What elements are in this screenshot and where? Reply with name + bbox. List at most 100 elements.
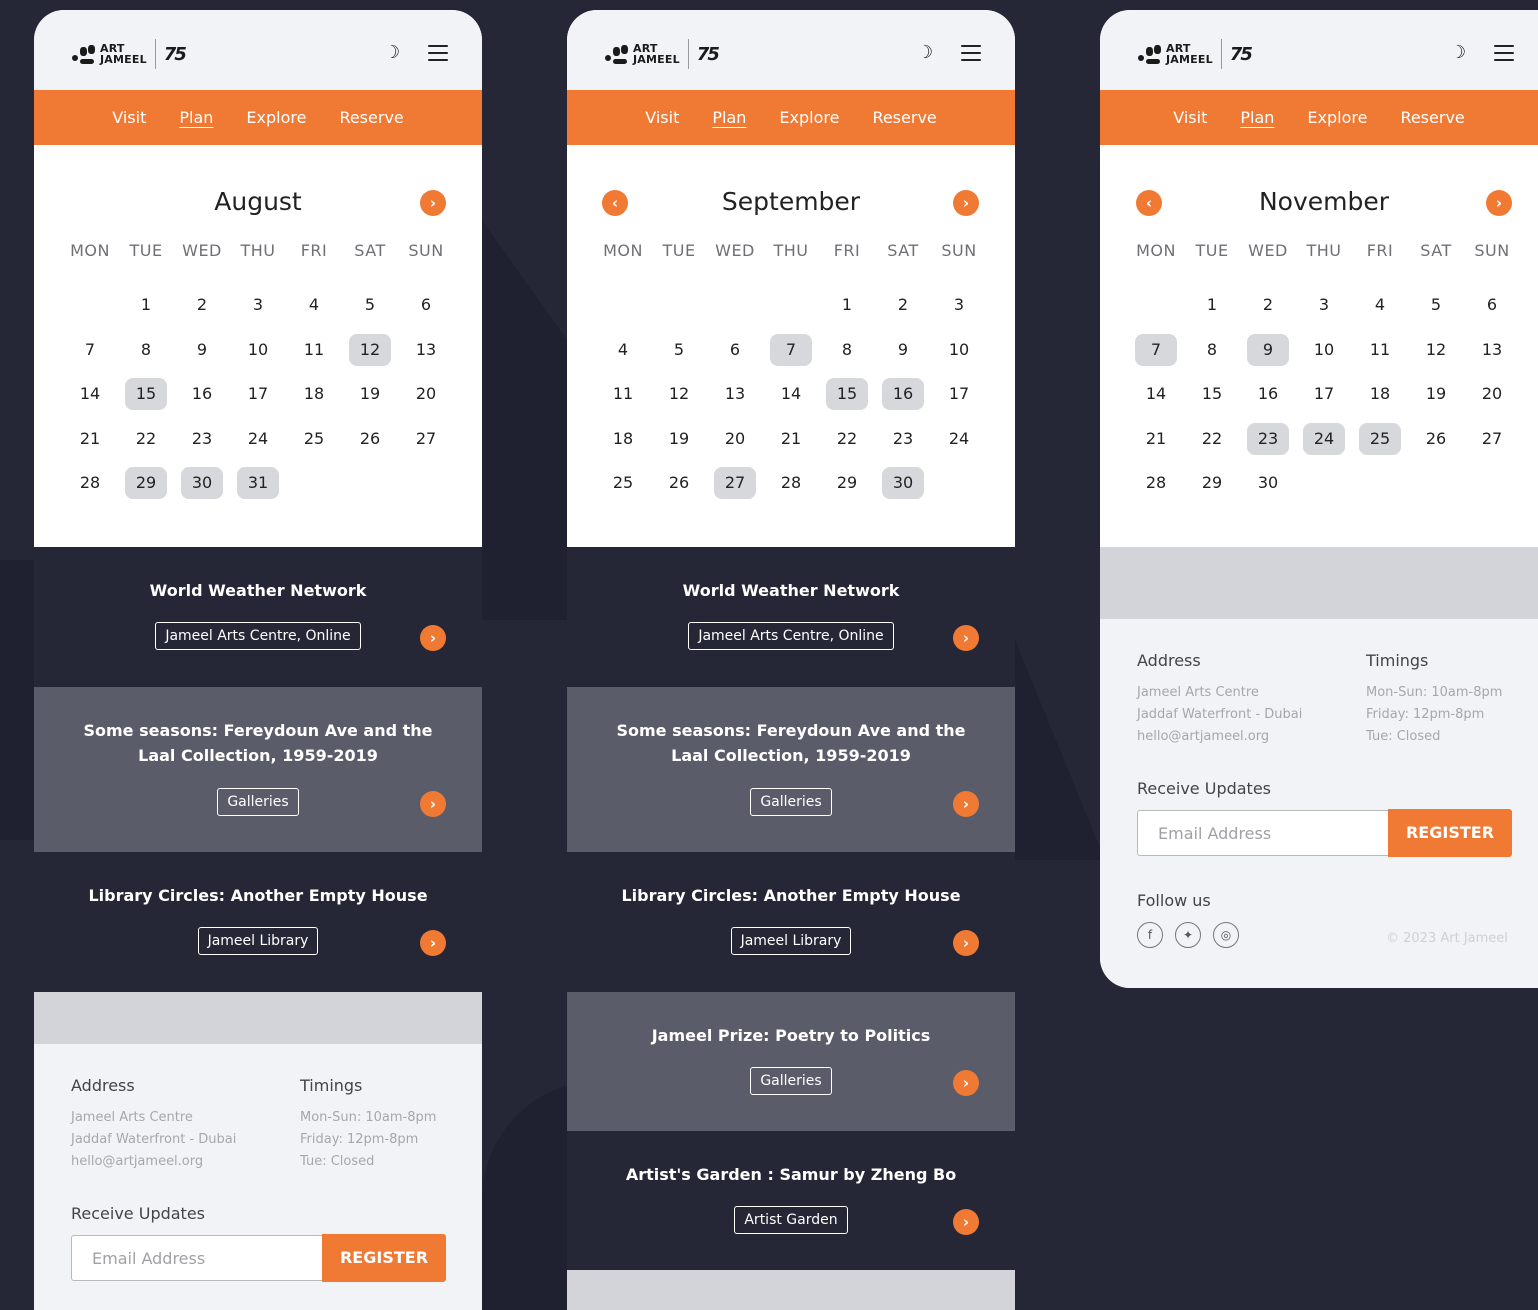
chevron-right-icon[interactable]: › <box>953 1070 979 1096</box>
event-tag[interactable]: Galleries <box>217 788 299 816</box>
calendar-day-event[interactable]: 16 <box>875 372 931 417</box>
calendar-day-event[interactable]: 23 <box>1240 417 1296 462</box>
calendar-day[interactable]: 29 <box>819 461 875 506</box>
calendar-day[interactable]: 27 <box>1464 417 1520 462</box>
calendar-day[interactable]: 14 <box>1128 372 1184 417</box>
calendar-day[interactable]: 14 <box>763 372 819 417</box>
nav-visit[interactable]: Visit <box>645 108 679 127</box>
calendar-day[interactable]: 24 <box>931 417 987 462</box>
event-card[interactable]: Some seasons: Fereydoun Ave and the Laal… <box>567 687 1015 852</box>
calendar-day[interactable]: 16 <box>174 372 230 417</box>
event-card[interactable]: World Weather Network Jameel Arts Centre… <box>567 547 1015 687</box>
calendar-day[interactable]: 3 <box>1296 283 1352 328</box>
calendar-day[interactable]: 26 <box>651 461 707 506</box>
calendar-day[interactable]: 11 <box>595 372 651 417</box>
register-button[interactable]: REGISTER <box>322 1234 446 1282</box>
event-card[interactable]: Library Circles: Another Empty House Jam… <box>34 852 482 992</box>
facebook-icon[interactable]: f <box>1137 922 1163 948</box>
calendar-day[interactable]: 18 <box>286 372 342 417</box>
nav-reserve[interactable]: Reserve <box>1400 108 1464 127</box>
instagram-icon[interactable]: ◎ <box>1213 922 1239 948</box>
calendar-day[interactable]: 6 <box>398 283 454 328</box>
calendar-day[interactable]: 30 <box>1240 461 1296 506</box>
calendar-day[interactable]: 19 <box>1408 372 1464 417</box>
event-tag[interactable]: Galleries <box>750 1067 832 1095</box>
calendar-day-event[interactable]: 30 <box>174 461 230 506</box>
calendar-day-event[interactable]: 9 <box>1240 328 1296 373</box>
calendar-day[interactable]: 3 <box>230 283 286 328</box>
chevron-right-icon[interactable]: › <box>953 1209 979 1235</box>
moon-icon[interactable]: ☽ <box>384 44 402 62</box>
calendar-day[interactable]: 25 <box>595 461 651 506</box>
chevron-right-icon[interactable]: › <box>953 625 979 651</box>
hamburger-icon[interactable] <box>1494 45 1514 61</box>
calendar-day[interactable]: 11 <box>286 328 342 373</box>
calendar-day-event[interactable]: 12 <box>342 328 398 373</box>
calendar-day[interactable]: 8 <box>819 328 875 373</box>
moon-icon[interactable]: ☽ <box>1450 44 1468 62</box>
event-card[interactable]: Some seasons: Fereydoun Ave and the Laal… <box>34 687 482 852</box>
calendar-day[interactable]: 9 <box>875 328 931 373</box>
calendar-day[interactable]: 19 <box>651 417 707 462</box>
calendar-day[interactable]: 2 <box>174 283 230 328</box>
hamburger-icon[interactable] <box>428 45 448 61</box>
calendar-day[interactable]: 20 <box>398 372 454 417</box>
calendar-day[interactable]: 6 <box>707 328 763 373</box>
calendar-day[interactable]: 1 <box>118 283 174 328</box>
calendar-day[interactable]: 1 <box>819 283 875 328</box>
calendar-day[interactable]: 29 <box>1184 461 1240 506</box>
calendar-day-event[interactable]: 30 <box>875 461 931 506</box>
calendar-day[interactable]: 17 <box>931 372 987 417</box>
calendar-day[interactable]: 28 <box>1128 461 1184 506</box>
chevron-right-icon[interactable]: › <box>953 190 979 216</box>
event-card[interactable]: Library Circles: Another Empty House Jam… <box>567 852 1015 992</box>
calendar-day[interactable]: 4 <box>286 283 342 328</box>
calendar-day[interactable]: 3 <box>931 283 987 328</box>
calendar-day[interactable]: 2 <box>1240 283 1296 328</box>
calendar-day-event[interactable]: 7 <box>763 328 819 373</box>
chevron-right-icon[interactable]: › <box>1486 190 1512 216</box>
calendar-day[interactable]: 12 <box>1408 328 1464 373</box>
calendar-day[interactable]: 28 <box>763 461 819 506</box>
chevron-right-icon[interactable]: › <box>953 791 979 817</box>
calendar-day[interactable]: 23 <box>875 417 931 462</box>
chevron-right-icon[interactable]: › <box>420 930 446 956</box>
email-link[interactable]: hello@artjameel.org <box>1137 726 1302 748</box>
calendar-day[interactable]: 21 <box>763 417 819 462</box>
calendar-day[interactable]: 18 <box>595 417 651 462</box>
art-jameel-logo[interactable]: ART JAMEEL 75 <box>1134 38 1253 70</box>
calendar-day[interactable]: 13 <box>707 372 763 417</box>
event-tag[interactable]: Jameel Library <box>730 927 852 955</box>
art-jameel-logo[interactable]: ART JAMEEL 75 <box>68 38 187 70</box>
calendar-day-event[interactable]: 31 <box>230 461 286 506</box>
calendar-day[interactable]: 10 <box>230 328 286 373</box>
calendar-day-event[interactable]: 24 <box>1296 417 1352 462</box>
calendar-day-event[interactable]: 27 <box>707 461 763 506</box>
calendar-day[interactable]: 20 <box>707 417 763 462</box>
event-tag[interactable]: Artist Garden <box>734 1206 848 1234</box>
calendar-day[interactable]: 12 <box>651 372 707 417</box>
email-input[interactable] <box>72 1236 323 1280</box>
calendar-day[interactable]: 26 <box>342 417 398 462</box>
calendar-day[interactable]: 22 <box>1184 417 1240 462</box>
calendar-day[interactable]: 17 <box>1296 372 1352 417</box>
calendar-day[interactable]: 10 <box>1296 328 1352 373</box>
calendar-day[interactable]: 19 <box>342 372 398 417</box>
nav-reserve[interactable]: Reserve <box>339 108 403 127</box>
moon-icon[interactable]: ☽ <box>917 44 935 62</box>
calendar-day[interactable]: 16 <box>1240 372 1296 417</box>
email-link[interactable]: hello@artjameel.org <box>71 1151 236 1173</box>
calendar-day[interactable]: 11 <box>1352 328 1408 373</box>
calendar-day[interactable]: 21 <box>1128 417 1184 462</box>
calendar-day[interactable]: 2 <box>875 283 931 328</box>
calendar-day[interactable]: 23 <box>174 417 230 462</box>
calendar-day[interactable]: 22 <box>118 417 174 462</box>
calendar-day[interactable]: 9 <box>174 328 230 373</box>
twitter-icon[interactable]: ✦ <box>1175 922 1201 948</box>
calendar-day-event[interactable]: 7 <box>1128 328 1184 373</box>
hamburger-icon[interactable] <box>961 45 981 61</box>
calendar-day[interactable]: 28 <box>62 461 118 506</box>
calendar-day[interactable]: 15 <box>1184 372 1240 417</box>
calendar-day[interactable]: 21 <box>62 417 118 462</box>
email-input[interactable] <box>1138 811 1389 855</box>
